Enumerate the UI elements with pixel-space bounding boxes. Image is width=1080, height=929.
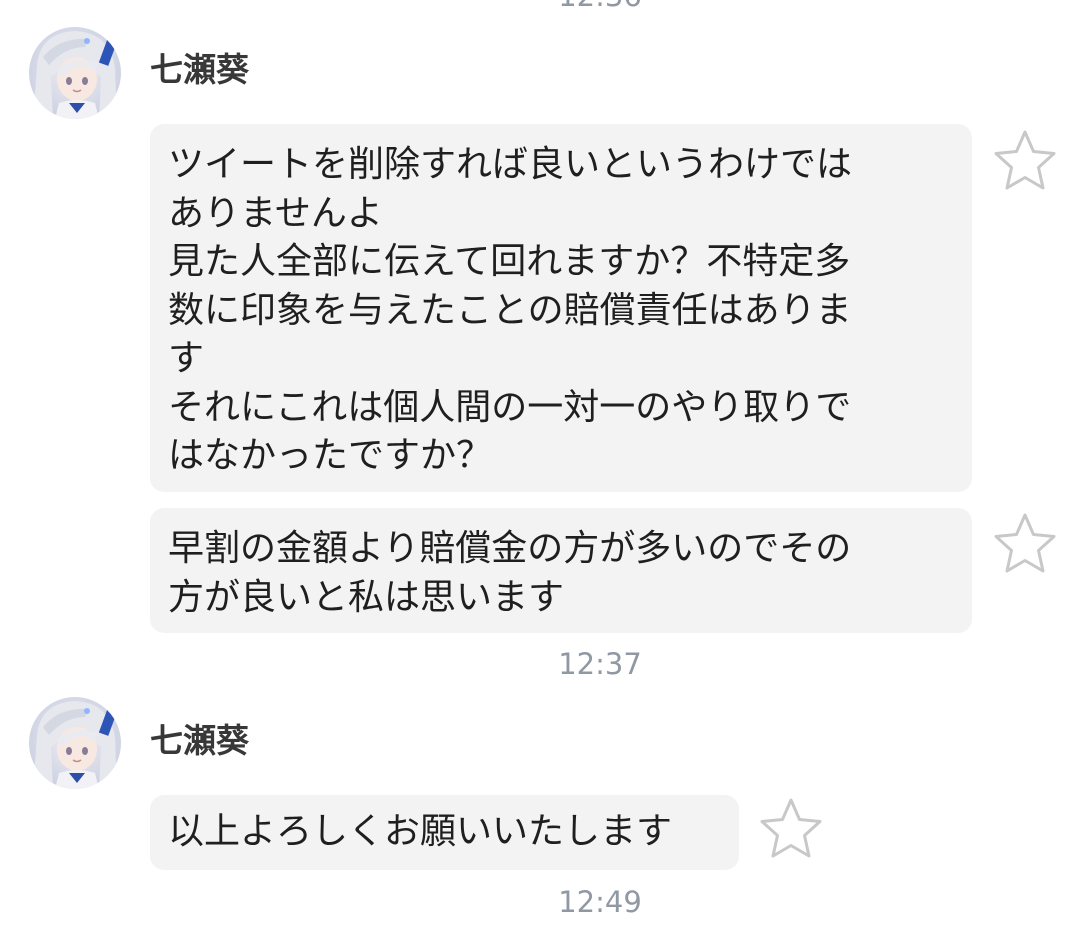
message-bubble[interactable]: ツイートを削除すれば良いというわけでは ありませんよ 見た人全部に伝えて回れます… (150, 124, 972, 492)
avatar-image (29, 27, 121, 119)
message-bubble[interactable]: 早割の金額より賠償金の方が多いのでその 方が良いと私は思います (150, 508, 972, 633)
avatar[interactable] (29, 27, 121, 119)
avatar[interactable] (29, 697, 121, 789)
star-outline-icon[interactable] (992, 128, 1058, 194)
star-outline-icon[interactable] (992, 511, 1058, 577)
message-bubble[interactable]: 以上よろしくお願いいたします (150, 795, 739, 870)
sender-name: 七瀬葵 (150, 721, 249, 760)
sender-name: 七瀬葵 (150, 50, 249, 89)
star-outline-icon[interactable] (758, 796, 824, 862)
timestamp: 12:37 (558, 647, 642, 681)
timestamp: 12:36 (0, 0, 1080, 14)
avatar-image (29, 697, 121, 789)
timestamp: 12:49 (558, 885, 642, 919)
